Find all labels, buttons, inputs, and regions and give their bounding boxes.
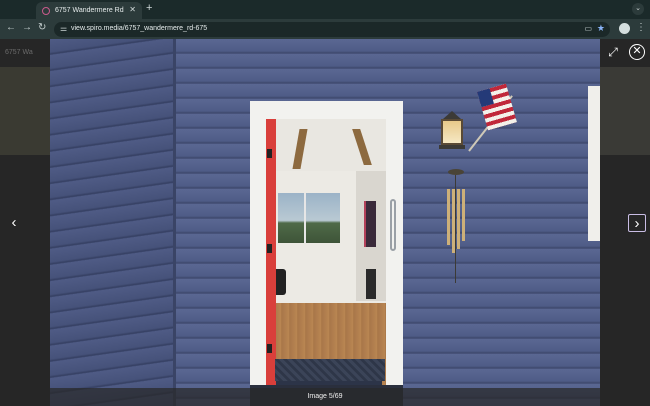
reload-icon[interactable]: ↻ xyxy=(38,22,46,34)
lightbox-viewer: 6757 Wa ‹ › ⤢ ✕ Image 5/69 xyxy=(0,39,650,406)
wind-chime xyxy=(446,169,466,283)
doorway-interior xyxy=(266,119,386,391)
door-hinge xyxy=(267,344,272,353)
background-thumbnail-left xyxy=(0,67,50,155)
arrow-right-icon[interactable]: → xyxy=(22,22,32,34)
window-trim xyxy=(588,86,600,241)
chevron-down-icon[interactable]: ⌄ xyxy=(632,3,644,15)
close-circle-icon[interactable]: ✕ xyxy=(629,44,645,60)
background-page-title: 6757 Wa xyxy=(5,49,33,56)
tab-title: 6757 Wandermere Rd xyxy=(55,7,124,14)
view-window xyxy=(278,193,340,243)
url-text[interactable]: view.spiro.media/6757_wandermere_rd-675 xyxy=(71,25,207,32)
browser-tab[interactable]: 6757 Wandermere Rd ✕ xyxy=(36,2,142,19)
cast-icon[interactable]: ▭ xyxy=(584,24,592,33)
door-hinge xyxy=(267,149,272,158)
television xyxy=(364,201,376,247)
wall-lantern xyxy=(439,111,465,151)
gallery-photo[interactable] xyxy=(50,39,600,406)
arrow-left-icon[interactable]: ← xyxy=(6,22,16,34)
door-mat xyxy=(275,359,385,381)
door-hinge xyxy=(267,244,272,253)
tune-icon[interactable]: ⚌ xyxy=(60,24,67,33)
profile-icon[interactable] xyxy=(619,23,630,34)
fullscreen-icon[interactable]: ⤢ xyxy=(606,45,620,59)
door-handle xyxy=(390,199,396,251)
tab-strip: 6757 Wandermere Rd ✕ + ⌄ xyxy=(0,0,650,19)
background-thumbnail-right xyxy=(600,67,650,155)
image-counter-caption: Image 5/69 xyxy=(50,388,600,406)
address-bar[interactable]: ⚌ view.spiro.media/6757_wandermere_rd-67… xyxy=(54,22,610,37)
window-mullion xyxy=(304,193,306,243)
plus-icon[interactable]: + xyxy=(146,3,152,14)
siding-corner xyxy=(50,39,175,406)
spiro-logo-icon xyxy=(42,6,50,15)
chevron-right-icon[interactable]: › xyxy=(628,214,646,232)
close-icon[interactable]: ✕ xyxy=(129,5,136,14)
fireplace xyxy=(366,269,376,299)
star-icon[interactable]: ★ xyxy=(597,23,605,34)
browser-toolbar: ← → ↻ ⚌ view.spiro.media/6757_wandermere… xyxy=(0,19,650,39)
kebab-menu-icon[interactable]: ⋮ xyxy=(636,22,646,34)
wall-corner-edge xyxy=(173,39,176,406)
chevron-left-icon[interactable]: ‹ xyxy=(5,214,23,232)
